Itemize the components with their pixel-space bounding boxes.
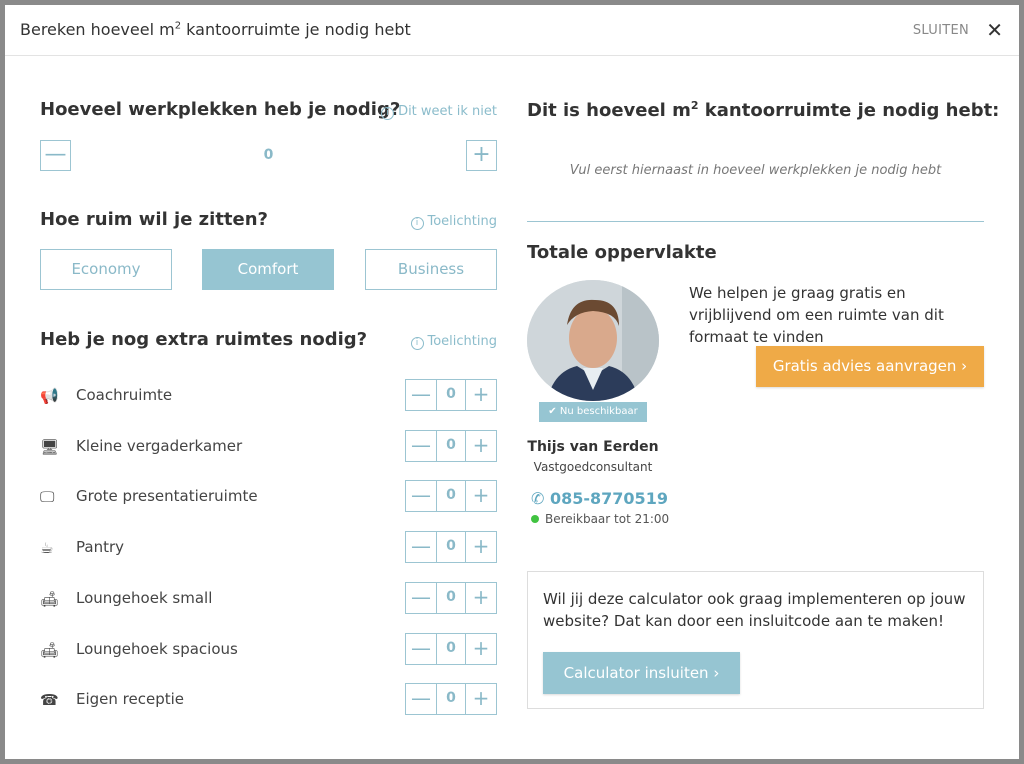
comfort-option-business[interactable]: Business — [365, 249, 497, 290]
info-icon: i — [381, 107, 395, 120]
embed-calculator-button[interactable]: Calculator insluiten › — [543, 652, 740, 694]
room-value[interactable]: 0 — [436, 633, 466, 664]
room-minus-button[interactable]: — — [406, 684, 436, 714]
workplaces-plus-button[interactable]: + — [466, 140, 497, 171]
comfort-option-comfort[interactable]: Comfort — [202, 249, 334, 290]
room-value[interactable]: 0 — [436, 380, 466, 410]
room-stepper: —0 + — [405, 581, 497, 614]
room-label: Loungehoek spacious — [76, 639, 238, 658]
room-plus-button[interactable]: + — [466, 481, 496, 511]
extra-rooms-help-link[interactable]: i Toelichting — [410, 334, 497, 350]
room-label: Loungehoek small — [76, 588, 213, 607]
room-stepper: —0 + — [405, 429, 497, 462]
info-icon: i — [410, 217, 424, 230]
room-plus-button[interactable]: + — [466, 634, 496, 664]
room-row: ☕ Pantry —0 + — [40, 531, 497, 564]
room-label: Coachruimte — [76, 386, 173, 404]
room-stepper: —0 + — [405, 531, 497, 564]
consultant-phone-link[interactable]: ✆ 085-8770519 — [531, 489, 668, 508]
room-label: Kleine vergaderkamer — [76, 436, 243, 455]
divider — [527, 221, 984, 222]
modal-header: Bereken hoeveel m2 kantoorruimte je nodi… — [5, 5, 1019, 56]
room-value[interactable]: 0 — [436, 430, 466, 461]
megaphone-icon: 📢 — [40, 387, 59, 405]
room-stepper: —0 + — [405, 683, 497, 716]
consultant-role: Vastgoedconsultant — [533, 460, 653, 474]
room-label: Grote presentatieruimte — [76, 487, 258, 506]
result-hint: Vul eerst hiernaast in hoeveel werkplekk… — [569, 163, 942, 178]
extra-rooms-title: Heb je nog extra ruimtes nodig? — [40, 329, 368, 350]
room-value[interactable]: 0 — [436, 481, 466, 512]
input-column: Hoeveel werkplekken heb je nodig? i Dit w… — [40, 56, 497, 759]
workplaces-value[interactable]: 0 — [40, 147, 497, 163]
coffee-icon: ☕ — [40, 539, 54, 558]
info-icon: i — [410, 337, 424, 350]
room-label: Eigen receptie — [76, 690, 185, 709]
room-minus-button[interactable]: — — [406, 431, 436, 461]
room-minus-button[interactable]: — — [406, 532, 436, 562]
advice-text: We helpen je graag gratis en vrijblijven… — [689, 284, 944, 346]
room-row: 🖵 Grote presentatieruimte —0 + — [40, 480, 497, 513]
free-advice-button[interactable]: Gratis advies aanvragen › — [756, 346, 984, 387]
room-minus-button[interactable]: — — [406, 481, 436, 511]
room-row: 🛋 Loungehoek spacious —0 + — [40, 632, 497, 665]
close-label[interactable]: SLUITEN — [913, 23, 969, 38]
comfort-title: Hoe ruim wil je zitten? — [40, 209, 268, 230]
room-value[interactable]: 0 — [436, 684, 466, 715]
close-icon[interactable]: ✕ — [986, 18, 1003, 42]
room-stepper: —0 + — [405, 632, 497, 665]
room-minus-button[interactable]: — — [406, 583, 436, 613]
modal-title: Bereken hoeveel m2 kantoorruimte je nodi… — [20, 20, 411, 39]
workplaces-help-link[interactable]: i Dit weet ik niet — [381, 104, 497, 120]
comfort-option-economy[interactable]: Economy — [40, 249, 172, 290]
sofa-icon: 🛋 — [40, 640, 60, 659]
room-minus-button[interactable]: — — [406, 380, 436, 410]
calculator-modal: Bereken hoeveel m2 kantoorruimte je nodi… — [5, 5, 1019, 759]
room-row: ☎ Eigen receptie —0 + — [40, 683, 497, 716]
consultant-name: Thijs van Eerden — [527, 439, 659, 455]
availability-badge: ✔ Nu beschikbaar — [539, 402, 647, 422]
monitor-small-icon: 🖥 — [40, 437, 60, 456]
availability-status: Bereikbaar tot 21:00 — [531, 512, 669, 526]
online-dot-icon — [531, 515, 539, 523]
consultant-avatar — [527, 280, 659, 401]
workplaces-title: Hoeveel werkplekken heb je nodig? — [40, 99, 401, 120]
phone-desk-icon: ☎ — [40, 691, 59, 710]
embed-text: Wil jij deze calculator ook graag implem… — [543, 590, 966, 630]
room-value[interactable]: 0 — [436, 582, 466, 613]
room-plus-button[interactable]: + — [466, 684, 496, 714]
monitor-large-icon: 🖵 — [40, 488, 55, 507]
room-plus-button[interactable]: + — [466, 583, 496, 613]
room-value[interactable]: 0 — [436, 532, 466, 563]
room-stepper: —0 + — [405, 379, 497, 411]
room-row: 🛋 Loungehoek small —0 + — [40, 581, 497, 614]
room-label: Pantry — [76, 538, 124, 557]
armchair-icon: 🛋 — [40, 589, 60, 608]
comfort-help-link[interactable]: i Toelichting — [410, 214, 497, 230]
room-stepper: —0 + — [405, 480, 497, 513]
room-plus-button[interactable]: + — [466, 431, 496, 461]
room-minus-button[interactable]: — — [406, 634, 436, 664]
result-column: Dit is hoeveel m2 kantoorruimte je nodig… — [527, 56, 999, 759]
embed-box: Wil jij deze calculator ook graag implem… — [527, 571, 984, 709]
phone-icon: ✆ — [531, 489, 545, 508]
room-row: 🖥 Kleine vergaderkamer —0 + — [40, 429, 497, 462]
room-plus-button[interactable]: + — [466, 532, 496, 562]
result-title: Dit is hoeveel m2 kantoorruimte je nodig… — [527, 99, 1000, 121]
room-plus-button[interactable]: + — [466, 380, 496, 410]
total-area-title: Totale oppervlakte — [527, 242, 717, 263]
room-row: 📢 Coachruimte —0 + — [40, 379, 497, 411]
